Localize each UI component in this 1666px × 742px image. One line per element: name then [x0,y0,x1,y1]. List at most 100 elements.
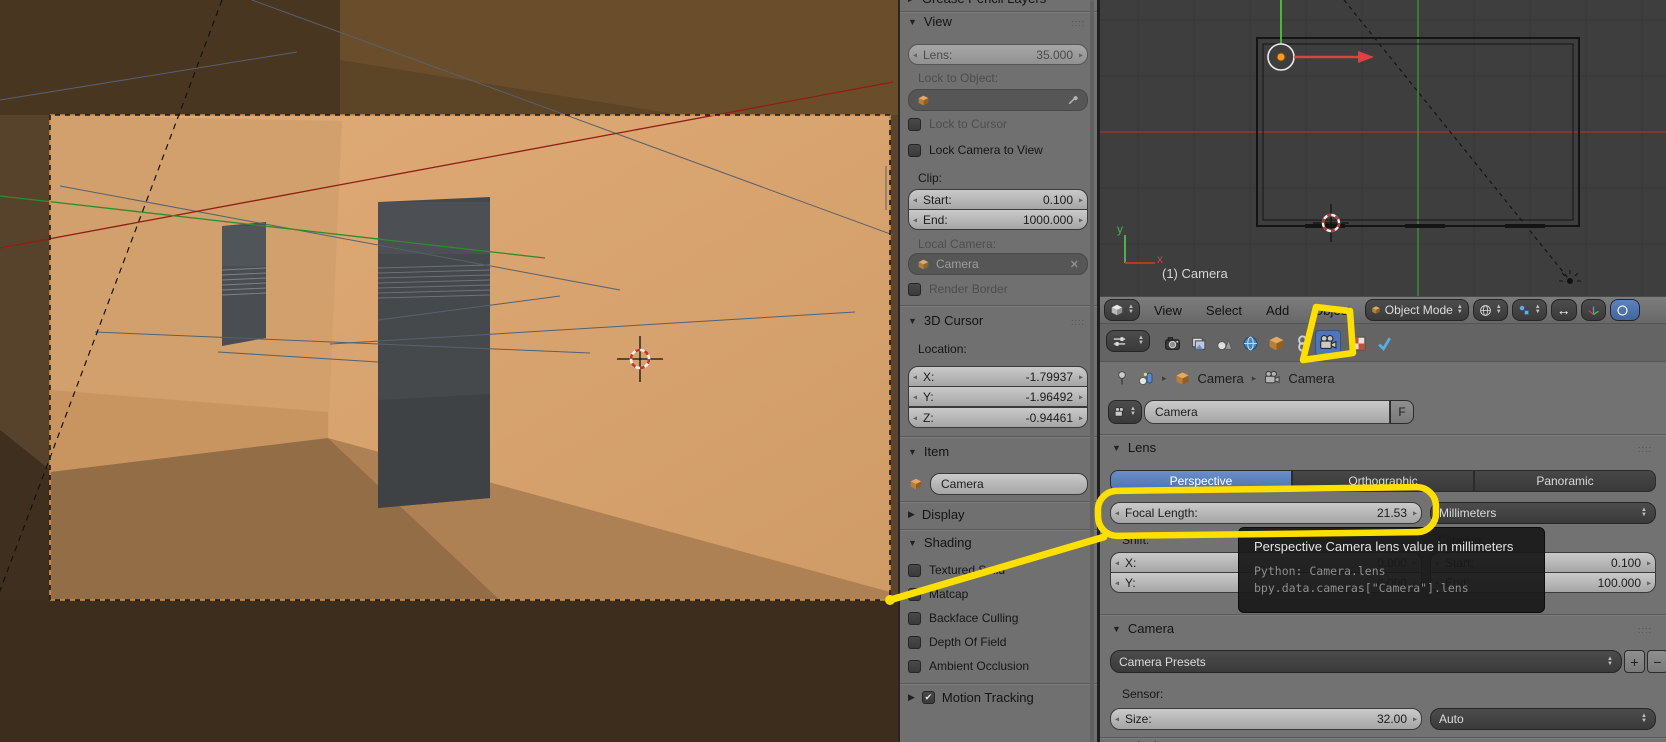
snap-dropdown[interactable]: ▲ ▼ [1511,299,1547,321]
item-name-field[interactable]: Camera [930,473,1088,495]
render-layers-icon [1191,337,1205,350]
cursor-y-field[interactable]: ◂ Y: -1.96492 ▸ [908,386,1088,407]
viewport-editor-icon [1111,304,1123,316]
tab-constraints[interactable] [1290,331,1314,355]
render-camera-icon [1164,336,1180,350]
lock-to-object-label: Lock to Object: [918,71,999,85]
lens-type-perspective-button[interactable]: Perspective [1110,470,1292,492]
eyedropper-icon[interactable] [1067,94,1079,106]
editor-type-button[interactable]: ▲ ▼ [1106,330,1150,352]
tooltip-path: bpy.data.cameras["Camera"].lens [1254,581,1469,595]
panel-lens-header[interactable]: ▼ Lens [1112,440,1156,455]
panel-camera-header[interactable]: ▼ Camera [1112,621,1174,636]
textured-solid-checkbox[interactable]: Textured Solid [908,563,1005,577]
panel-drag-dots[interactable]: :::: [1638,625,1652,635]
render-border-checkbox[interactable]: Render Border [908,282,1008,296]
panel-drag-dots[interactable]: :::: [1638,444,1652,454]
ambient-occlusion-checkbox[interactable]: Ambient Occlusion [908,659,1029,673]
panel-drag-dots[interactable]: :::: [1071,18,1085,28]
panel-item-header[interactable]: ▼ Item [908,444,949,459]
proportional-edit-button[interactable]: ↔ [1550,299,1577,321]
panel-shading-header[interactable]: ▼ Shading [908,535,972,550]
camera-presets-dropdown[interactable]: Camera Presets ▲ ▼ [1110,650,1622,673]
menu-select[interactable]: Select [1196,303,1252,318]
tab-scene[interactable] [1212,331,1236,355]
n-panel-scrollbar[interactable] [1090,0,1094,742]
lamp-dashed-line [1343,0,1573,284]
local-camera-field[interactable]: Camera ✕ [908,253,1088,275]
cursor-x-field[interactable]: ◂ X: -1.79937 ▸ [908,366,1088,387]
lens-type-orthographic-button[interactable]: Orthographic [1292,470,1474,492]
backface-culling-checkbox[interactable]: Backface Culling [908,611,1018,625]
datablock-name-field[interactable]: Camera [1144,400,1390,424]
lock-object-field[interactable] [908,89,1088,111]
axes-icon [1587,305,1599,315]
lens-type-panoramic-button[interactable]: Panoramic [1474,470,1656,492]
properties-editor-icon [1113,336,1126,346]
cube-icon [1175,371,1189,385]
id-type-button[interactable]: ▲ ▼ [1108,400,1142,424]
tab-texture[interactable] [1346,331,1370,355]
focal-length-field[interactable]: ◂ Focal Length: 21.53 ▸ [1110,502,1422,524]
clip-end-field[interactable]: ◂ End: 1000.000 ▸ [908,209,1088,230]
sensor-size-field[interactable]: ◂ Size: 32.00 ▸ [1110,708,1422,730]
annotation-endpoint-dot [885,595,895,605]
tab-render-layers[interactable] [1186,331,1210,355]
clip-start-field[interactable]: ◂Start:0.100▸ [908,189,1088,210]
matcap-checkbox[interactable]: Matcap [908,587,968,601]
object-cube-icon [1269,336,1283,350]
editor-type-button[interactable]: ▲ ▼ [1104,299,1140,321]
lens-unit-dropdown[interactable]: Millimeters ▲ ▼ [1430,502,1656,524]
camera-data-icon [1114,406,1124,416]
panel-3d-cursor-header[interactable]: ▼ 3D Cursor [908,313,983,328]
panel-motion-tracking-header[interactable]: ▶ ✔ Motion Tracking [908,690,1034,705]
lamp-object [1559,270,1581,284]
preset-add-button[interactable]: + [1624,650,1645,673]
rotate-gizmo-icon [1617,304,1628,316]
manipulator-axes-button[interactable] [1580,299,1606,321]
mode-dropdown[interactable]: Object Mode ▲ ▼ [1364,299,1469,321]
menu-add[interactable]: Add [1256,303,1299,318]
snap-icon [1518,304,1529,315]
panel-drag-dots[interactable]: :::: [1071,317,1085,327]
axis-x-label: x [1157,252,1163,266]
tab-world[interactable] [1238,331,1262,355]
top-view-viewport[interactable]: y x (1) Camera [1100,0,1666,296]
depth-of-field-checkbox[interactable]: Depth Of Field [908,635,1006,649]
scene-datablock-icon[interactable] [1138,370,1154,386]
orientation-dropdown[interactable]: ▲ ▼ [1472,299,1508,321]
focal-length-tooltip: Perspective Camera lens value in millime… [1238,527,1545,613]
tooltip-title: Perspective Camera lens value in millime… [1254,539,1514,554]
breadcrumb-object[interactable]: Camera [1198,371,1244,386]
menu-view[interactable]: View [1144,303,1192,318]
breadcrumb-data[interactable]: Camera [1288,371,1334,386]
panel-view-header[interactable]: ▼ View [908,14,952,29]
tab-object-data-camera[interactable] [1316,331,1340,355]
pin-icon[interactable] [1114,370,1130,386]
panel-display-header[interactable]: ▶ Display [908,507,965,522]
checker-icon [1351,336,1365,350]
axis-y-label: y [1117,222,1123,236]
fake-user-button[interactable]: F [1390,400,1414,424]
manipulator-toggle-button[interactable] [1609,299,1640,321]
breadcrumb: ▸ Camera ▸ Camera [1100,362,1666,394]
preset-remove-button[interactable]: − [1647,650,1666,673]
sensor-fit-dropdown[interactable]: Auto ▲ ▼ [1430,708,1656,730]
menu-object[interactable]: Object [1303,303,1361,318]
cube-icon [918,259,929,269]
motion-tracking-checkbox[interactable]: ✔ [921,691,935,704]
camera-view-viewport[interactable] [0,0,898,742]
tab-object[interactable] [1264,331,1288,355]
axis-mini-gizmo [1124,235,1155,264]
lock-to-cursor-checkbox[interactable]: Lock to Cursor [908,117,1007,131]
clear-x-icon[interactable]: ✕ [1070,258,1079,271]
lens-field[interactable]: ◂ Lens: 35.000 ▸ [908,44,1088,65]
world-icon [1243,336,1257,350]
lock-camera-to-view-checkbox[interactable]: Lock Camera to View [908,143,1043,157]
scene-icon [1216,337,1233,350]
tab-physics[interactable] [1372,331,1396,355]
cursor-z-field[interactable]: ◂ Z: -0.94461 ▸ [908,407,1088,428]
location-label: Location: [918,342,967,356]
panel-grease-pencil[interactable]: ▶ Grease Pencil Layers [908,0,1046,6]
tab-render[interactable] [1160,331,1184,355]
